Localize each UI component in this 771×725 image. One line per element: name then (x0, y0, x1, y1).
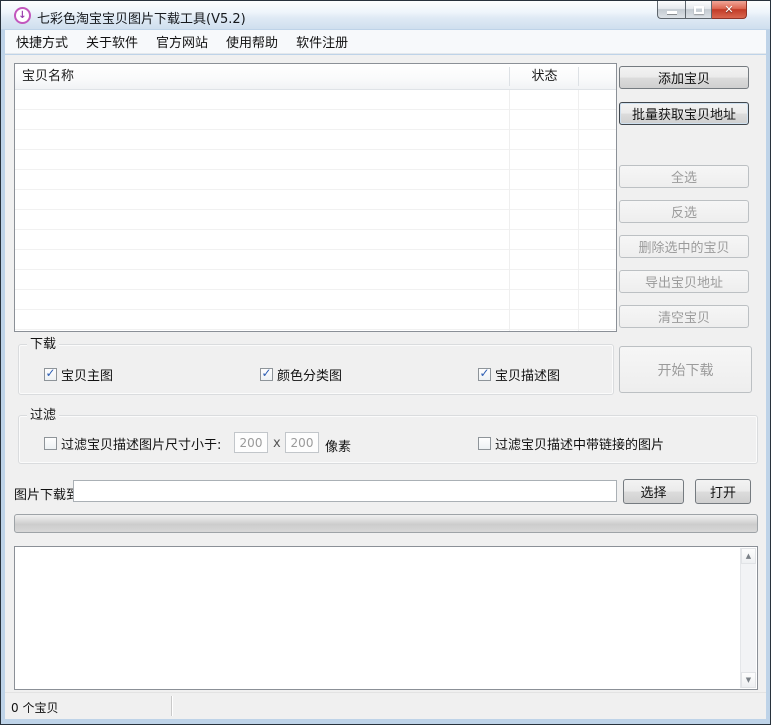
maximize-icon (694, 6, 704, 14)
description-image-option[interactable]: ✓ 宝贝描述图 (478, 367, 560, 381)
minimize-icon (667, 11, 677, 14)
download-group-label: 下载 (27, 337, 59, 352)
grid-line-vertical (509, 90, 510, 331)
link-filter-label: 过滤宝贝描述中带链接的图片 (495, 434, 664, 453)
scroll-up-button[interactable]: ▲ (741, 548, 756, 564)
scroll-down-button[interactable]: ▼ (741, 672, 756, 688)
menubar: 快捷方式 关于软件 官方网站 使用帮助 软件注册 (5, 30, 766, 54)
app-icon[interactable]: ↓ (14, 7, 31, 24)
column-divider[interactable] (578, 67, 579, 86)
size-filter-checkbox[interactable]: ✓ (44, 437, 57, 450)
invert-selection-button[interactable]: 反选 (619, 200, 749, 223)
menu-register[interactable]: 软件注册 (287, 29, 357, 54)
add-product-button[interactable]: 添加宝贝 (619, 66, 749, 89)
color-image-option[interactable]: ✓ 颜色分类图 (260, 367, 342, 381)
main-image-checkbox[interactable]: ✓ (44, 368, 57, 381)
menu-help[interactable]: 使用帮助 (217, 29, 287, 54)
window-controls: ✕ (657, 1, 747, 19)
min-height-input[interactable] (285, 432, 319, 453)
log-textarea[interactable]: ▲ ▼ (14, 546, 758, 690)
log-scrollbar[interactable]: ▲ ▼ (740, 548, 756, 688)
size-separator-label: x (273, 436, 281, 451)
progress-bar (14, 514, 758, 533)
maximize-button[interactable] (685, 1, 712, 19)
grid-line-vertical (578, 90, 579, 331)
download-arrow-icon: ↓ (18, 11, 26, 21)
select-all-button[interactable]: 全选 (619, 165, 749, 188)
product-count-text: 0 个宝贝 (11, 699, 58, 716)
main-image-option[interactable]: ✓ 宝贝主图 (44, 367, 113, 381)
size-filter-option[interactable]: ✓ 过滤宝贝描述图片尺寸小于: (44, 436, 221, 450)
close-icon: ✕ (724, 3, 733, 16)
description-image-checkbox[interactable]: ✓ (478, 368, 491, 381)
product-list[interactable]: 宝贝名称 状态 (14, 63, 617, 332)
min-width-input[interactable] (234, 432, 268, 453)
menu-about[interactable]: 关于软件 (77, 29, 147, 54)
link-filter-checkbox[interactable]: ✓ (478, 437, 491, 450)
app-window: ↓ 七彩色淘宝宝贝图片下载工具(V5.2) ✕ 快捷方式 关于软件 官方网站 使… (0, 0, 771, 725)
size-filter-label: 过滤宝贝描述图片尺寸小于: (61, 434, 221, 453)
minimize-button[interactable] (657, 1, 685, 19)
arrow-up-icon: ▲ (746, 553, 751, 560)
arrow-down-icon: ▼ (746, 677, 751, 684)
pixels-unit-label: 像素 (325, 436, 351, 455)
link-filter-option[interactable]: ✓ 过滤宝贝描述中带链接的图片 (478, 436, 664, 450)
filter-group: 过滤 ✓ 过滤宝贝描述图片尺寸小于: x 像素 ✓ 过滤宝贝描述中带链接的图片 (18, 415, 758, 464)
select-folder-button[interactable]: 选择 (623, 479, 684, 504)
main-image-label: 宝贝主图 (61, 365, 113, 384)
filter-group-label: 过滤 (27, 408, 59, 423)
batch-get-urls-button[interactable]: 批量获取宝贝地址 (619, 102, 749, 125)
check-icon: ✓ (45, 367, 55, 379)
start-download-button[interactable]: 开始下载 (619, 346, 752, 393)
clear-products-button[interactable]: 清空宝贝 (619, 305, 749, 328)
export-urls-button[interactable]: 导出宝贝地址 (619, 270, 749, 293)
download-path-input[interactable] (73, 480, 617, 502)
delete-selected-button[interactable]: 删除选中的宝贝 (619, 235, 749, 258)
list-rows-area[interactable] (15, 90, 616, 331)
open-folder-button[interactable]: 打开 (695, 479, 751, 504)
menu-shortcut[interactable]: 快捷方式 (7, 29, 77, 54)
download-group: 下载 ✓ 宝贝主图 ✓ 颜色分类图 ✓ 宝贝描述图 (18, 344, 614, 395)
titlebar[interactable]: ↓ 七彩色淘宝宝贝图片下载工具(V5.2) ✕ (1, 1, 770, 29)
color-image-label: 颜色分类图 (277, 365, 342, 384)
description-image-label: 宝贝描述图 (495, 365, 560, 384)
check-icon: ✓ (479, 367, 489, 379)
color-image-checkbox[interactable]: ✓ (260, 368, 273, 381)
close-button[interactable]: ✕ (712, 1, 747, 19)
statusbar: 0 个宝贝 (5, 692, 766, 719)
list-header: 宝贝名称 状态 (15, 64, 616, 90)
column-header-name[interactable]: 宝贝名称 (22, 64, 74, 90)
menu-website[interactable]: 官方网站 (147, 29, 217, 54)
statusbar-divider (171, 696, 172, 716)
window-title: 七彩色淘宝宝贝图片下载工具(V5.2) (37, 8, 246, 27)
column-header-status[interactable]: 状态 (510, 64, 579, 90)
check-icon: ✓ (261, 367, 271, 379)
client-area: 宝贝名称 状态 添加宝贝 批量获取宝贝地址 全选 反选 删除选中的宝贝 导出宝贝… (5, 55, 766, 693)
